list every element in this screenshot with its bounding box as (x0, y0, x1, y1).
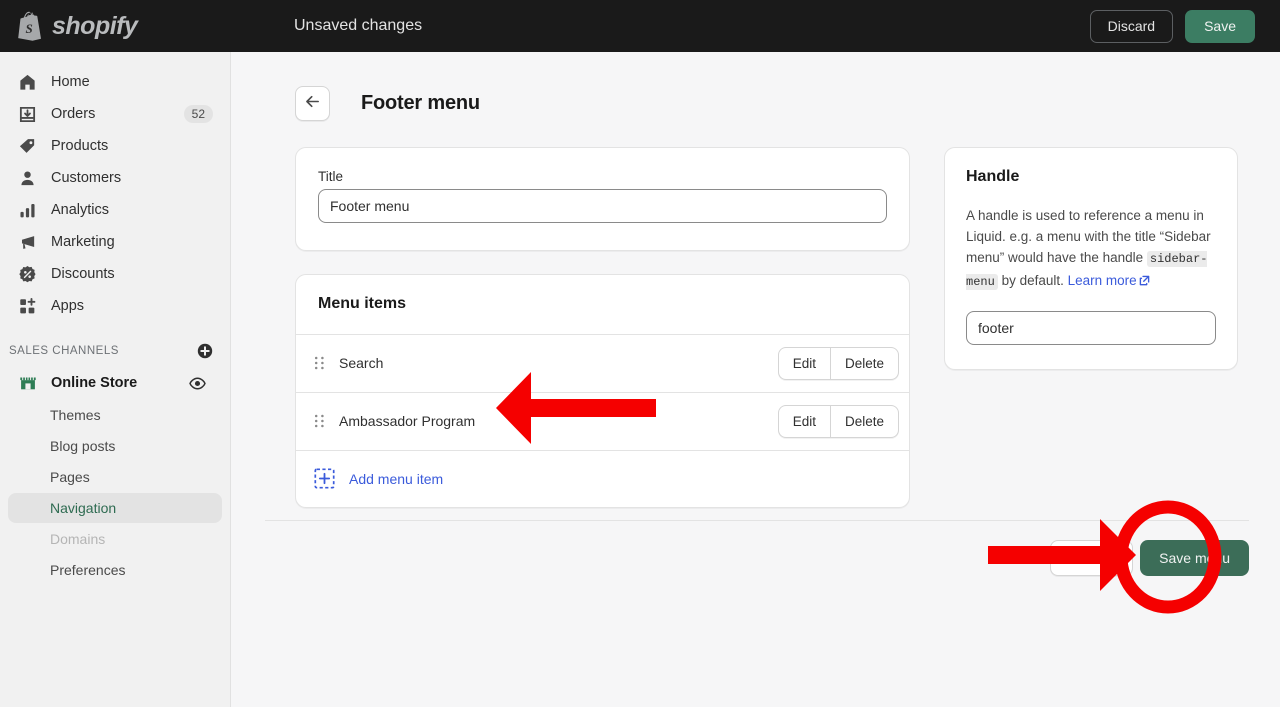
sidebar-item-label: Products (51, 138, 109, 154)
learn-more-link[interactable]: Learn more (1068, 273, 1137, 288)
top-bar: S shopify Unsaved changes Discard Save (0, 0, 1280, 52)
storefront-icon (17, 373, 38, 394)
eye-icon[interactable] (189, 375, 206, 392)
menu-items-heading: Menu items (318, 294, 407, 312)
sidebar-item-label: Customers (51, 170, 122, 186)
sidebar-item-online-store[interactable]: Online Store (8, 367, 222, 399)
sidebar-subitem-label: Domains (50, 531, 106, 547)
sidebar-item-navigation[interactable]: Navigation (8, 493, 222, 523)
products-tag-icon (17, 136, 38, 157)
edit-button[interactable]: Edit (777, 404, 830, 438)
menu-item-actions: Edit Delete (777, 404, 899, 438)
sidebar-subitem-label: Pages (50, 469, 90, 485)
page-header: Footer menu (231, 52, 1280, 129)
sidebar-item-label: Analytics (51, 202, 110, 218)
sidebar-item-blog-posts[interactable]: Blog posts (8, 431, 222, 461)
sidebar-item-preferences[interactable]: Preferences (8, 555, 222, 585)
sidebar-subitem-label: Blog posts (50, 438, 116, 454)
drag-handle-icon[interactable] (314, 355, 325, 371)
edit-button[interactable]: Edit (777, 346, 830, 380)
main-content: Footer menu Title Menu items (231, 52, 1280, 707)
footer-actions: Cancel Save menu (1049, 540, 1249, 576)
footer-divider (265, 520, 1249, 521)
unsaved-changes-status: Unsaved changes (294, 17, 423, 34)
title-input[interactable] (318, 188, 887, 223)
content-columns: Title Menu items Search (231, 129, 1280, 508)
drag-handle-icon[interactable] (314, 413, 325, 429)
shopify-logo[interactable]: S shopify (0, 11, 232, 41)
customers-person-icon (17, 168, 38, 189)
shopify-bag-icon: S (18, 11, 41, 41)
add-square-dashed-icon (314, 468, 335, 489)
handle-description: A handle is used to reference a menu in … (966, 205, 1216, 293)
arrow-left-icon (304, 93, 321, 115)
sidebar-item-label: Discounts (51, 266, 115, 282)
menu-item-label: Ambassador Program (339, 413, 476, 430)
title-field-label: Title (318, 168, 344, 184)
delete-button[interactable]: Delete (829, 404, 899, 438)
sales-channels-section-header: SALES CHANNELS (9, 339, 222, 363)
sidebar-item-label: Marketing (51, 234, 115, 250)
topbar-actions: Discard Save (1089, 9, 1280, 43)
sidebar-subitem-label: Navigation (50, 500, 117, 516)
sidebar-item-customers[interactable]: Customers (8, 162, 222, 194)
cancel-button[interactable]: Cancel (1049, 540, 1134, 576)
orders-count-badge: 52 (183, 105, 213, 123)
back-button[interactable] (295, 86, 330, 122)
right-column: Handle A handle is used to reference a m… (944, 146, 1238, 508)
sidebar-item-products[interactable]: Products (8, 130, 222, 162)
menu-item-actions: Edit Delete (777, 346, 899, 380)
sidebar-item-analytics[interactable]: Analytics (8, 194, 222, 226)
sidebar-item-themes[interactable]: Themes (8, 400, 222, 430)
sidebar-item-discounts[interactable]: Discounts (8, 258, 222, 290)
sidebar-item-orders[interactable]: Orders 52 (8, 98, 222, 130)
handle-input[interactable] (966, 310, 1216, 345)
shopify-wordmark: shopify (52, 11, 138, 40)
add-menu-item-label[interactable]: Add menu item (349, 471, 443, 487)
sidebar-subitem-label: Preferences (50, 562, 126, 578)
sidebar-item-label: Orders (51, 106, 96, 122)
menu-item-row-search[interactable]: Search Edit Delete (296, 335, 909, 393)
orders-icon (17, 104, 38, 125)
sidebar-item-home[interactable]: Home (8, 66, 222, 98)
delete-button[interactable]: Delete (829, 346, 899, 380)
sidebar-item-pages[interactable]: Pages (8, 462, 222, 492)
sidebar-item-label: Home (51, 74, 90, 90)
sales-channels-label: SALES CHANNELS (9, 345, 119, 357)
sidebar: Home Orders 52 Products Customers Analyt… (0, 52, 231, 707)
analytics-bars-icon (17, 200, 38, 221)
handle-heading: Handle (966, 167, 1020, 185)
save-menu-button[interactable]: Save menu (1140, 540, 1249, 576)
handle-description-part2: by default. (997, 272, 1068, 288)
title-card: Title (295, 146, 910, 251)
save-button[interactable]: Save (1185, 9, 1255, 43)
marketing-megaphone-icon (17, 232, 38, 253)
menu-item-row-ambassador-program[interactable]: Ambassador Program Edit Delete (296, 393, 909, 451)
discounts-percent-icon (17, 264, 38, 285)
add-menu-item-row[interactable]: Add menu item (296, 451, 909, 507)
sidebar-item-label: Online Store (51, 375, 138, 391)
discard-button[interactable]: Discard (1089, 9, 1174, 43)
svg-text:S: S (26, 21, 33, 36)
menu-item-label: Search (339, 355, 384, 372)
plus-circle-icon[interactable] (197, 343, 213, 359)
external-link-icon (1139, 271, 1150, 292)
sidebar-subitem-label: Themes (50, 407, 101, 423)
apps-grid-plus-icon (17, 296, 38, 317)
sidebar-item-marketing[interactable]: Marketing (8, 226, 222, 258)
menu-items-header: Menu items (296, 275, 909, 335)
page-title: Footer menu (361, 92, 480, 115)
sidebar-item-label: Apps (51, 298, 85, 314)
sidebar-item-domains[interactable]: Domains (8, 524, 222, 554)
left-column: Title Menu items Search (295, 146, 910, 508)
sidebar-item-apps[interactable]: Apps (8, 290, 222, 322)
handle-card: Handle A handle is used to reference a m… (944, 146, 1238, 370)
home-icon (17, 72, 38, 93)
menu-items-card: Menu items Search Edit Delete Ambassador… (295, 273, 910, 508)
